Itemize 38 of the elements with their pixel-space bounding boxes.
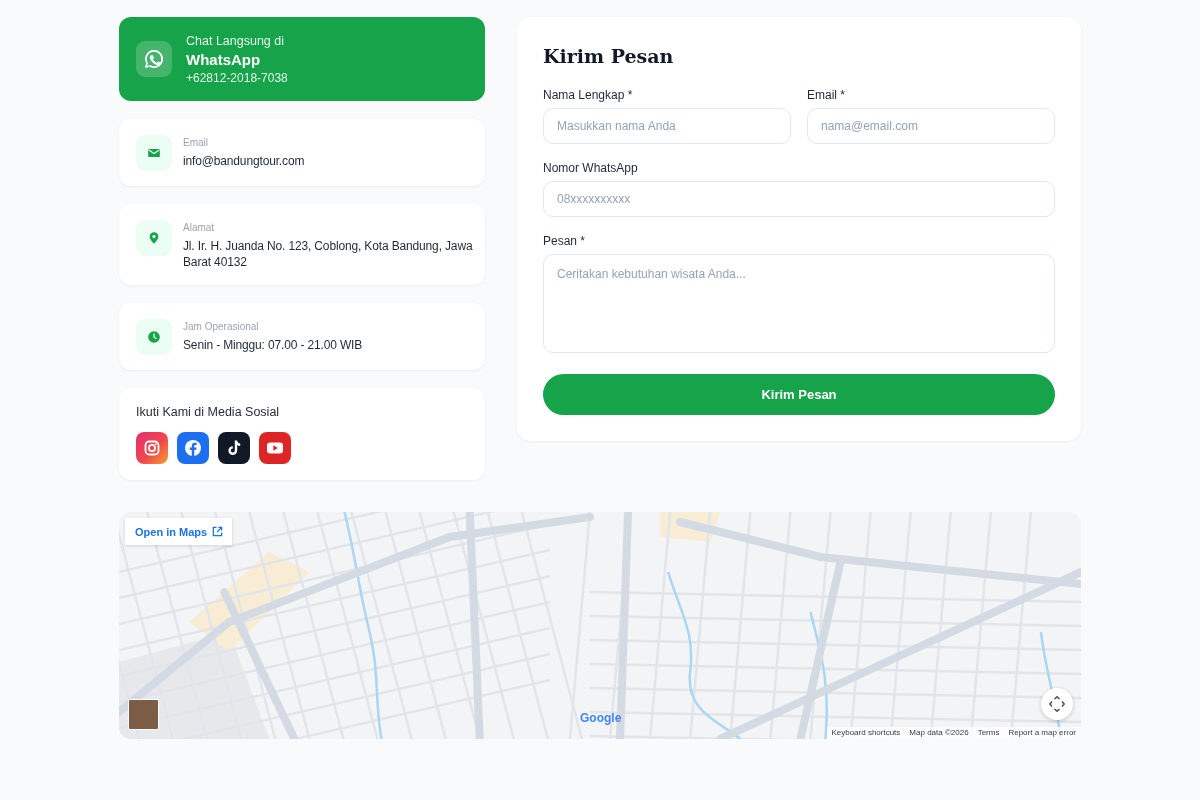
attribution-text: Map data ©2026 — [909, 727, 969, 739]
facebook-icon[interactable] — [177, 432, 209, 464]
clock-icon — [136, 319, 172, 355]
contact-value: Jl. Ir. H. Juanda No. 123, Coblong, Kota Bandung, Jawa Barat 40132 — [183, 238, 474, 270]
instagram-icon[interactable] — [136, 432, 168, 464]
phone-input-field[interactable]: 08xxxxxxxxxx — [543, 181, 1055, 217]
external-link-icon — [212, 526, 224, 537]
email-input-field[interactable]: nama@email.com — [807, 108, 1055, 144]
field-label: Nomor WhatsApp — [543, 160, 638, 176]
satellite-view-thumbnail[interactable] — [128, 699, 159, 730]
whatsapp-title: WhatsApp — [186, 49, 261, 70]
attribution-text: Keyboard shortcuts — [831, 727, 901, 739]
name-input-field[interactable]: Masukkan nama Anda — [543, 108, 791, 144]
submit-button[interactable]: Kirim Pesan — [543, 374, 1055, 415]
whatsapp-card[interactable]: Chat Langsung di WhatsApp +62812-2018-7038 — [119, 17, 485, 101]
contact-value: Senin - Minggu: 07.00 - 21.00 WIB — [183, 337, 363, 353]
whatsapp-caption: Chat Langsung di — [186, 32, 284, 50]
map-pin-icon — [136, 220, 172, 256]
attribution-text: Report a map error — [1008, 727, 1076, 739]
whatsapp-icon — [136, 41, 172, 77]
phone-number: +62812-2018-7038 — [186, 69, 288, 87]
open-in-maps-link[interactable]: Open in Maps — [125, 518, 233, 545]
map-logo: Google — [580, 712, 622, 725]
contact-label: Alamat — [183, 221, 215, 235]
field-label: Nama Lengkap * — [543, 87, 633, 103]
youtube-icon[interactable] — [259, 432, 291, 464]
envelope-icon — [136, 135, 172, 171]
contact-label: Email — [183, 136, 208, 150]
contact-label: Jam Operasional — [183, 320, 259, 334]
contact-value: info@bandungtour.com — [183, 153, 305, 169]
social-media-title: Ikuti Kami di Media Sosial — [136, 404, 280, 420]
tiktok-icon[interactable] — [218, 432, 250, 464]
attribution-text: Terms — [977, 727, 1000, 739]
field-label: Pesan * — [543, 233, 586, 249]
message-input-field[interactable]: Ceritakan kebutuhan wisata Anda... — [543, 254, 1055, 353]
four-arrows-icon — [1049, 696, 1065, 712]
field-label: Email * — [807, 87, 845, 103]
form-title: Kirim Pesan — [543, 44, 674, 69]
